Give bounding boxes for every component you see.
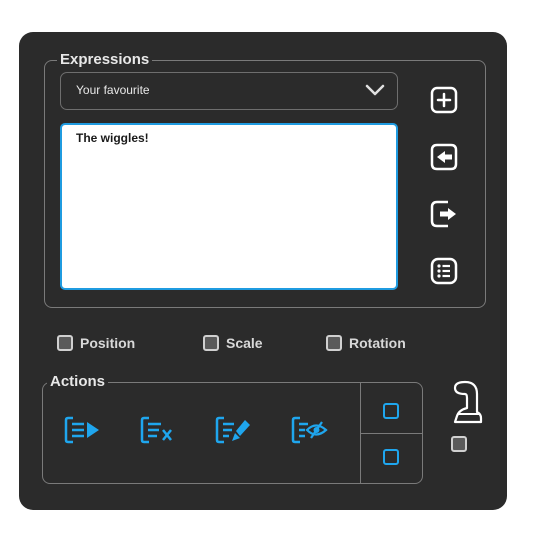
remove-expression-icon[interactable] xyxy=(139,413,177,447)
actions-group: Actions xyxy=(42,373,423,484)
position-checkbox-box[interactable] xyxy=(57,335,73,351)
edit-expression-icon[interactable] xyxy=(214,413,252,447)
scale-label: Scale xyxy=(226,335,263,351)
list-icon[interactable] xyxy=(428,255,460,287)
expressions-group: Expressions Your favourite The wiggles! xyxy=(44,51,486,308)
scale-checkbox-box[interactable] xyxy=(203,335,219,351)
toggle-expression-visibility-icon[interactable] xyxy=(290,413,328,447)
expression-editor[interactable]: The wiggles! xyxy=(60,123,398,290)
position-label: Position xyxy=(80,335,136,351)
rotation-checkbox[interactable]: Rotation xyxy=(326,335,406,351)
import-icon[interactable] xyxy=(428,141,460,173)
expression-panel: Expressions Your favourite The wiggles! xyxy=(19,32,507,510)
add-icon[interactable] xyxy=(428,84,460,116)
actions-toggle-bottom[interactable] xyxy=(383,449,399,465)
puppet-pin-icon[interactable] xyxy=(447,374,487,424)
chevron-down-icon xyxy=(365,84,385,96)
actions-toggle-top[interactable] xyxy=(383,403,399,419)
apply-expression-icon[interactable] xyxy=(63,413,101,447)
expressions-title: Expressions xyxy=(57,51,153,69)
expression-preset-dropdown[interactable]: Your favourite xyxy=(60,72,398,110)
actions-divider-h xyxy=(360,433,422,434)
scale-checkbox[interactable]: Scale xyxy=(203,335,263,351)
rotation-label: Rotation xyxy=(349,335,406,351)
rotation-checkbox-box[interactable] xyxy=(326,335,342,351)
puppet-checkbox-box[interactable] xyxy=(451,436,467,452)
export-icon[interactable] xyxy=(428,198,460,230)
puppet-checkbox[interactable] xyxy=(451,436,467,452)
position-checkbox[interactable]: Position xyxy=(57,335,135,351)
dropdown-value: Your favourite xyxy=(76,83,150,97)
actions-title: Actions xyxy=(47,373,109,391)
